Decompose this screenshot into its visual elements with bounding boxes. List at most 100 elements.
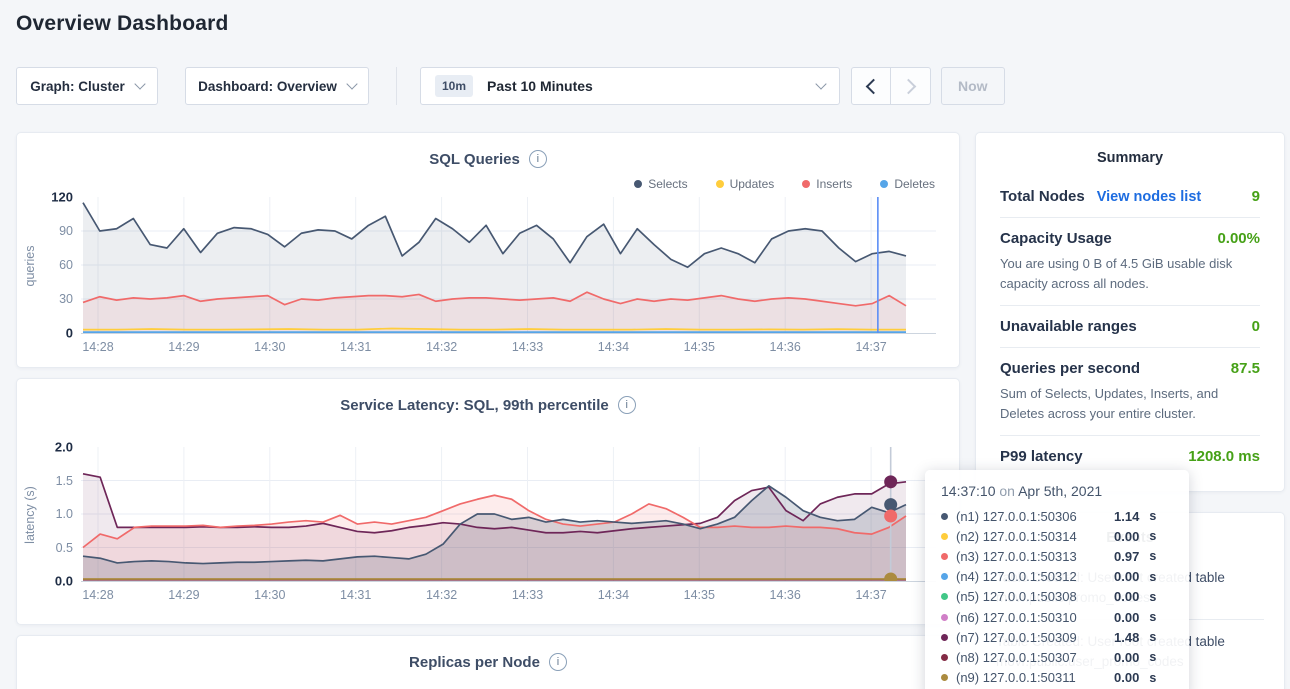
summary-value: 9 (1252, 188, 1260, 205)
info-icon[interactable]: i (549, 653, 567, 671)
tooltip-node-label: (n5) 127.0.0.1:50308 (956, 589, 1106, 604)
x-axis-ticks: 14:2814:2914:3014:3114:3214:3314:3414:35… (81, 334, 959, 358)
tooltip-node-label: (n6) 127.0.0.1:50310 (956, 610, 1106, 625)
legend-dot-icon (802, 180, 810, 188)
tooltip-date: Apr 5th, 2021 (1018, 483, 1102, 499)
tooltip-node-unit: s (1149, 509, 1156, 523)
y-tick-label: 2.0 (55, 440, 73, 455)
y-tick-label: 120 (51, 190, 73, 205)
summary-rows: Total NodesView nodes list9Capacity Usag… (1000, 176, 1260, 477)
tooltip-row: (n6) 127.0.0.1:503100.00s (941, 607, 1173, 627)
view-nodes-list-link[interactable]: View nodes list (1097, 189, 1202, 205)
tooltip-node-value: 0.00 (1114, 529, 1139, 544)
x-tick-label: 14:30 (254, 588, 285, 602)
chart-header: Service Latency: SQL, 99th percentile i (17, 379, 959, 415)
tooltip-row: (n5) 127.0.0.1:50308 0.00 s (941, 587, 1173, 607)
x-axis-ticks: 14:2814:2914:3014:3114:3214:3314:3414:35… (81, 582, 959, 606)
overview-dashboard-page: Overview Dashboard Graph: Cluster Dashbo… (0, 0, 1290, 689)
summary-caption: Sum of Selects, Updates, Inserts, and De… (1000, 384, 1260, 423)
toolbar: Graph: Cluster Dashboard: Overview 10m P… (16, 67, 1005, 105)
x-tick-label: 14:35 (684, 588, 715, 602)
summary-row-line: Unavailable ranges0 (1000, 318, 1260, 335)
tooltip-node-value: 1.48 (1114, 630, 1139, 645)
node-color-dot-icon (941, 593, 948, 600)
x-tick-label: 14:30 (254, 340, 285, 354)
chart-plot-area[interactable] (81, 197, 936, 334)
legend-label: Inserts (816, 177, 852, 191)
y-tick-label: 90 (59, 224, 73, 238)
time-back-button[interactable] (851, 67, 891, 105)
chart-title: Service Latency: SQL, 99th percentile (340, 397, 608, 414)
x-tick-label: 14:37 (855, 340, 886, 354)
graph-dropdown[interactable]: Graph: Cluster (16, 67, 158, 105)
time-range-selector[interactable]: 10m Past 10 Minutes (420, 67, 840, 105)
tooltip-node-value: 0.00 (1114, 589, 1139, 604)
x-tick-label: 14:31 (340, 588, 371, 602)
tooltip-row: (n7) 127.0.0.1:503091.48s (941, 627, 1173, 647)
tooltip-node-label: (n2) 127.0.0.1:50314 (956, 529, 1106, 544)
x-tick-label: 14:32 (426, 340, 457, 354)
node-color-dot-icon (941, 573, 948, 580)
summary-value: 1208.0 ms (1188, 448, 1260, 465)
tooltip-node-value: 0.00 (1114, 670, 1139, 685)
summary-value: 0 (1252, 318, 1260, 335)
x-tick-label: 14:36 (770, 340, 801, 354)
chart-title: SQL Queries (429, 151, 520, 168)
y-axis-label: queries (17, 197, 43, 334)
x-tick-label: 14:34 (598, 340, 629, 354)
tooltip-node-unit: s (1149, 630, 1156, 644)
tooltip-rows: (n1) 127.0.0.1:503061.14s(n2) 127.0.0.1:… (941, 506, 1173, 688)
time-range-label: Past 10 Minutes (487, 78, 593, 94)
x-tick-label: 14:33 (512, 588, 543, 602)
node-color-dot-icon (941, 634, 948, 641)
time-forward-button[interactable] (891, 67, 931, 105)
summary-row: Unavailable ranges0 (1000, 305, 1260, 347)
y-tick-label: 0.5 (56, 541, 73, 555)
tooltip-node-label: (n9) 127.0.0.1:50311 (956, 670, 1106, 685)
time-pager (851, 67, 931, 105)
tooltip-row: (n9) 127.0.0.1:503110.00s (941, 668, 1173, 688)
y-axis-label: latency (s) (17, 447, 43, 582)
node-color-dot-icon (941, 553, 948, 560)
node-color-dot-icon (941, 674, 948, 681)
tooltip-node-value: 1.14 (1114, 509, 1139, 524)
node-color-dot-icon (941, 654, 948, 661)
summary-row-line: Queries per second87.5 (1000, 360, 1260, 377)
legend-label: Updates (730, 177, 775, 191)
legend-item[interactable]: Inserts (802, 176, 852, 192)
legend-dot-icon (634, 180, 642, 188)
y-tick-label: 60 (59, 258, 73, 272)
legend-item[interactable]: Updates (716, 176, 775, 192)
legend-dot-icon (716, 180, 724, 188)
chart-body: latency (s) 0.00.51.01.52.0 (17, 447, 959, 582)
legend-item[interactable]: Deletes (880, 176, 935, 192)
summary-label: Queries per second (1000, 360, 1140, 377)
summary-label: P99 latency (1000, 448, 1083, 465)
tooltip-node-unit: s (1149, 610, 1156, 624)
y-axis-ticks: 0.00.51.01.52.0 (43, 447, 81, 581)
chevron-down-icon (815, 78, 826, 89)
chart-body: queries 0306090120 (17, 197, 959, 334)
info-icon[interactable]: i (618, 396, 636, 414)
tooltip-node-unit: s (1149, 529, 1156, 543)
chevron-left-icon (865, 78, 881, 94)
tooltip-node-unit: s (1149, 590, 1156, 604)
x-tick-label: 14:37 (855, 588, 886, 602)
legend-item[interactable]: Selects (634, 176, 687, 192)
x-tick-label: 14:29 (168, 340, 199, 354)
now-button[interactable]: Now (941, 67, 1005, 105)
info-icon[interactable]: i (529, 150, 547, 168)
y-tick-label: 1.5 (56, 474, 73, 488)
summary-header: Summary (1000, 133, 1260, 176)
tooltip-node-label: (n4) 127.0.0.1:50312 (956, 569, 1106, 584)
x-tick-label: 14:36 (770, 588, 801, 602)
summary-row: Capacity Usage0.00%You are using 0 B of … (1000, 217, 1260, 305)
x-tick-label: 14:34 (598, 588, 629, 602)
summary-row-line: Total NodesView nodes list9 (1000, 188, 1260, 205)
chevron-right-icon (901, 78, 917, 94)
sql-queries-chart-card: SQL Queries i Selects Updates Inserts Delet… (16, 132, 960, 368)
chart-plot-area[interactable] (81, 447, 936, 582)
summary-caption: You are using 0 B of 4.5 GiB usable disk… (1000, 254, 1260, 293)
dashboard-dropdown-label: Dashboard: Overview (198, 79, 337, 94)
dashboard-dropdown[interactable]: Dashboard: Overview (185, 67, 369, 105)
